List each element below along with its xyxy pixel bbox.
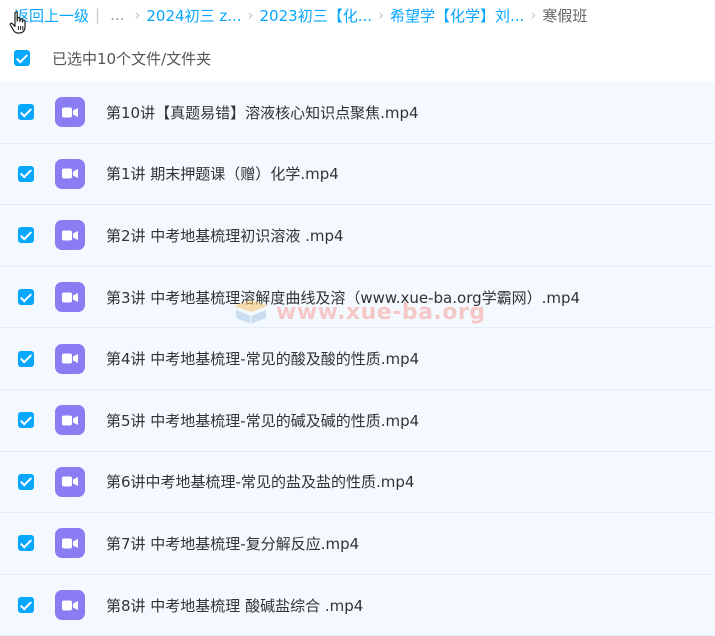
file-checkbox[interactable] (18, 165, 34, 182)
file-name[interactable]: 第2讲 中考地基梳理初识溶液 .mp4 (106, 225, 344, 246)
breadcrumb-chevron-icon: › (134, 6, 141, 24)
breadcrumb-item[interactable]: 2024初三 z... (146, 5, 241, 26)
video-file-icon (55, 466, 85, 497)
selection-count-text: 已选中10个文件/文件夹 (52, 49, 212, 68)
breadcrumb-item[interactable]: 希望学【化学】刘... (390, 5, 524, 26)
video-file-icon (55, 405, 85, 436)
file-row[interactable]: 第7讲 中考地基梳理-复分解反应.mp4 (0, 513, 715, 575)
file-row[interactable]: 第5讲 中考地基梳理-常见的碱及碱的性质.mp4 (0, 389, 715, 452)
file-name[interactable]: 第3讲 中考地基梳理溶解度曲线及溶（www.xue-ba.org学霸网）.mp4 (106, 287, 580, 308)
file-checkbox[interactable] (18, 597, 34, 614)
select-all-checkbox[interactable] (14, 50, 30, 66)
file-checkbox[interactable] (18, 412, 34, 429)
selection-bar: 已选中10个文件/文件夹 (14, 44, 211, 72)
file-name[interactable]: 第6讲中考地基梳理-常见的盐及盐的性质.mp4 (106, 471, 414, 492)
breadcrumb: 返回上一级 | ... › 2024初三 z... › 2023初三【化... … (14, 4, 587, 26)
file-row[interactable]: 第1讲 期末押题课（赠）化学.mp4 (0, 143, 715, 206)
file-checkbox[interactable] (18, 535, 34, 552)
video-file-icon (55, 528, 85, 559)
video-file-icon (55, 220, 85, 251)
file-checkbox[interactable] (18, 350, 34, 367)
file-checkbox[interactable] (18, 473, 34, 490)
breadcrumb-chevron-icon: › (530, 6, 537, 24)
file-name[interactable]: 第8讲 中考地基梳理 酸碱盐综合 .mp4 (106, 595, 363, 616)
file-checkbox[interactable] (18, 227, 34, 244)
breadcrumb-chevron-icon: › (378, 6, 384, 24)
file-name[interactable]: 第5讲 中考地基梳理-常见的碱及碱的性质.mp4 (106, 410, 419, 431)
video-file-icon (55, 97, 85, 128)
breadcrumb-item[interactable]: 2023初三【化... (260, 5, 372, 26)
breadcrumb-chevron-icon: › (247, 6, 254, 24)
file-list: 第10讲【真题易错】溶液核心知识点聚焦.mp4 第1讲 期末押题课（赠）化学.m… (0, 82, 715, 636)
file-name[interactable]: 第1讲 期末押题课（赠）化学.mp4 (106, 163, 339, 184)
file-row[interactable]: 第8讲 中考地基梳理 酸碱盐综合 .mp4 (0, 574, 715, 636)
breadcrumb-current: 寒假班 (542, 6, 588, 25)
file-row[interactable]: 第4讲 中考地基梳理-常见的酸及酸的性质.mp4 (0, 328, 715, 390)
file-name[interactable]: 第7讲 中考地基梳理-复分解反应.mp4 (106, 533, 359, 554)
video-file-icon (55, 343, 85, 374)
video-file-icon (55, 590, 85, 621)
video-file-icon (55, 158, 85, 189)
breadcrumb-ellipsis[interactable]: ... (110, 6, 124, 24)
file-row[interactable]: 第2讲 中考地基梳理初识溶液 .mp4 (0, 205, 715, 267)
file-row[interactable]: 第3讲 中考地基梳理溶解度曲线及溶（www.xue-ba.org学霸网）.mp4 (0, 266, 715, 329)
file-name[interactable]: 第10讲【真题易错】溶液核心知识点聚焦.mp4 (106, 102, 419, 123)
breadcrumb-divider: | (95, 6, 101, 24)
file-name[interactable]: 第4讲 中考地基梳理-常见的酸及酸的性质.mp4 (106, 348, 419, 369)
file-checkbox[interactable] (18, 104, 34, 121)
file-row[interactable]: 第10讲【真题易错】溶液核心知识点聚焦.mp4 (0, 82, 715, 144)
file-checkbox[interactable] (18, 289, 34, 306)
video-file-icon (55, 282, 85, 313)
hand-cursor-icon (9, 11, 26, 34)
file-row[interactable]: 第6讲中考地基梳理-常见的盐及盐的性质.mp4 (0, 451, 715, 514)
